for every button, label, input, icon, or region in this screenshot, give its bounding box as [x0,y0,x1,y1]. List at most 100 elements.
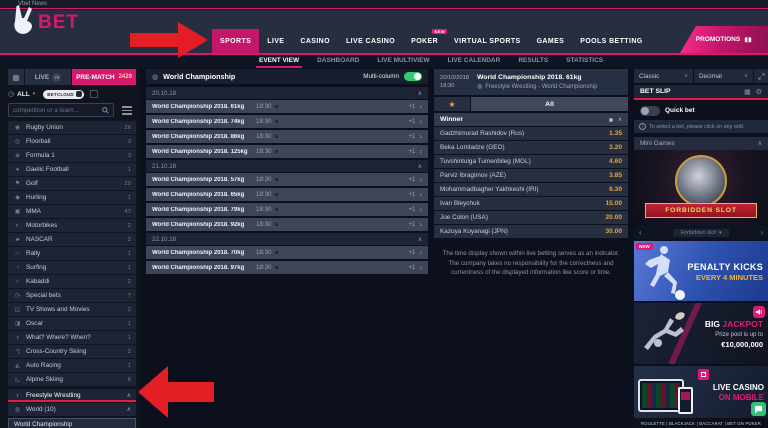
odd-button[interactable]: 3.20 [609,144,622,151]
odd-button[interactable]: 30.00 [605,228,622,235]
selection-row: Ivan Bleychuk15.00 [434,197,628,210]
hurling-icon: ◆ [13,194,22,201]
collapse-panel-button[interactable] [754,69,768,83]
event-row-world-championship-2018-86kg[interactable]: World Championship 2018. 86kg18:30+1› [146,130,428,143]
bet-slip-header: BET SLIP ▦ ⚙ [634,85,768,100]
sidebar-item-world[interactable]: ◍ World (10) ∧ [8,403,136,416]
sidebar-item-auto-racing[interactable]: ◭Auto Racing1 [8,359,136,372]
sidebar-item-nascar[interactable]: ▰NASCAR2 [8,233,136,246]
carousel-prev-button[interactable]: ‹ [639,228,642,237]
odd-button[interactable]: 20.00 [605,214,622,221]
sidebar-item-golf[interactable]: ⚑Golf20 [8,177,136,190]
quick-bet-toggle[interactable] [640,106,660,116]
multi-column-toggle[interactable] [404,72,422,81]
favorites-tab[interactable]: ★ [434,97,470,111]
live-chat-button[interactable] [751,402,766,416]
carousel-current-game[interactable]: Forbidden slot ▾ [673,229,730,237]
list-settings-button[interactable] [122,106,132,117]
sidebar-item-formula-1[interactable]: ◈Formula 13 [8,149,136,162]
event-row-world-championship-2018-92kg[interactable]: World Championship 2018. 92kg18:30+1› [146,218,428,231]
nav-item-games[interactable]: GAMES [529,29,573,53]
nav-item-sports[interactable]: SPORTS [212,29,259,53]
odd-button[interactable]: 3.85 [609,172,622,179]
news-ticker-bar[interactable]: Vbet News [0,0,768,9]
market-header[interactable]: Winner ∧ [434,113,628,126]
event-date: 20/10/2018 [440,75,469,81]
sidebar-item-kabaddi[interactable]: ○Kabaddi2 [8,275,136,288]
nav-item-live[interactable]: LIVE [259,29,292,53]
penalty-kicks-ad[interactable]: NEW PENALTY KICKS EVERY 4 MINUTES [634,241,768,301]
mini-game-banner[interactable]: FORBIDDEN SLOT [634,150,768,226]
nav-item-live-casino[interactable]: LIVE CASINO [338,29,403,53]
sidebar-item-floorball[interactable]: ◎Floorball3 [8,135,136,148]
quick-bet-row: Quick bet [634,104,768,117]
event-row-world-championship-2018-74kg[interactable]: World Championship 2018. 74kg18:30+1› [146,115,428,128]
dot-icon [275,178,278,181]
betcloud-toggle[interactable]: BETCLOUD [43,90,84,99]
nav-item-pools-betting[interactable]: POOLS BETTING [572,29,650,53]
dot-icon [275,251,278,254]
tab-all-markets[interactable]: All [471,97,628,111]
view-mode-select[interactable]: Classic ∨ [634,69,693,83]
event-row-world-championship-2018-97kg[interactable]: World Championship 2018. 97kg18:30+1› [146,261,428,274]
motorbikes-icon: ◐ [13,223,22,229]
odd-button[interactable]: 6.30 [609,186,622,193]
sidebar-item-rally[interactable]: ▱Rally1 [8,247,136,260]
selection-row: Joe Colon (USA)20.00 [434,211,628,224]
event-row-world-championship-2018-61kg[interactable]: World Championship 2018. 61kg18:30+1› [146,100,428,113]
odd-button[interactable]: 15.00 [605,200,622,207]
sidebar-item-mma[interactable]: ▣MMA47 [8,205,136,218]
tab-prematch[interactable]: PRE-MATCH 2429 [72,69,136,85]
calculator-icon[interactable]: ▦ [744,88,751,96]
date-group-header[interactable]: 22.10.18∧ [146,233,428,245]
promotions-button[interactable]: PROMOTIONS [680,26,768,53]
sidebar-item-cross-country-skiing[interactable]: ◹Cross-Country Skiing2 [8,345,136,358]
sidebar-item-freestyle-wrestling[interactable]: ◗ Freestyle Wrestling ∧ [8,389,136,402]
gear-icon[interactable]: ⚙ [756,88,762,96]
sidebar-item-alpine-skiing[interactable]: ◺Alpine Skiing6 [8,373,136,386]
sidebar-item-world-championship[interactable]: World Championship [8,418,136,428]
nav-item-virtual-sports[interactable]: VIRTUAL SPORTS [446,29,529,53]
event-row-world-championship-2018-125kg[interactable]: World Championship 2018. 125kg18:30+1› [146,145,428,158]
kabaddi-icon: ○ [13,279,22,285]
casino-chip-icon [698,369,709,380]
sidebar-item-special-bets[interactable]: ◷Special bets7 [8,289,136,302]
nav-item-casino[interactable]: CASINO [292,29,338,53]
grid-view-button[interactable]: ▦ [8,69,24,85]
event-row-world-championship-2018-79kg[interactable]: World Championship 2018. 79kg18:30+1› [146,203,428,216]
carousel-next-button[interactable]: › [760,228,763,237]
sidebar-item-tv-shows-and-movies[interactable]: ◱TV Shows and Movies2 [8,303,136,316]
chevron-up-icon: ∧ [127,406,131,413]
more-markets-count: +1 [408,207,415,213]
competition-icon: ◍ [152,73,158,81]
event-row-world-championship-2018-65kg[interactable]: World Championship 2018. 65kg18:30+1› [146,188,428,201]
big-jackpot-ad[interactable]: BIG JACKPOT Prize pool is up to €10,000,… [634,303,768,364]
search-input[interactable] [13,107,102,114]
dot-icon [275,223,278,226]
date-group-header[interactable]: 20.10.18∧ [146,87,428,99]
event-row-world-championship-2018-57kg[interactable]: World Championship 2018. 57kg18:30+1› [146,173,428,186]
sidebar-item-what-where-when[interactable]: ◖What? Where? When?1 [8,331,136,344]
vbet-logo[interactable]: BET [10,3,79,42]
odd-button[interactable]: 4.60 [609,158,622,165]
time-filter-select[interactable]: ALL [17,91,30,98]
chevron-up-icon: ∧ [418,163,422,170]
filter-checkbox[interactable] [90,90,98,98]
sidebar-item-surfing[interactable]: ◔Surfing1 [8,261,136,274]
odd-button[interactable]: 1.35 [609,130,622,137]
date-group-header[interactable]: 21.10.18∧ [146,160,428,172]
live-casino-ad[interactable]: LIVE CASINO ON MOBILE ROULETTE | BLACKJA… [634,366,768,428]
nav-item-poker[interactable]: POKERNEW [403,29,446,53]
tab-live[interactable]: LIVE 76 [25,69,71,85]
mini-games-header[interactable]: Mini Games ∧ [634,137,768,150]
sidebar-item-hurling[interactable]: ◆Hurling1 [8,191,136,204]
event-row-world-championship-2018-70kg[interactable]: World Championship 2018. 70kg18:30+1› [146,246,428,259]
sidebar-item-oscar[interactable]: ◨Oscar1 [8,317,136,330]
sidebar-item-motorbikes[interactable]: ◐Motorbikes2 [8,219,136,232]
prematch-count-badge: 2429 [119,74,132,80]
more-markets-count: +1 [408,149,415,155]
sidebar-item-rugby-union[interactable]: ◉Rugby Union26 [8,121,136,134]
sidebar-item-gaelic-football[interactable]: ●Gaelic Football1 [8,163,136,176]
odds-format-select[interactable]: Decimal ∨ [694,69,753,83]
promotions-icon [744,35,752,45]
